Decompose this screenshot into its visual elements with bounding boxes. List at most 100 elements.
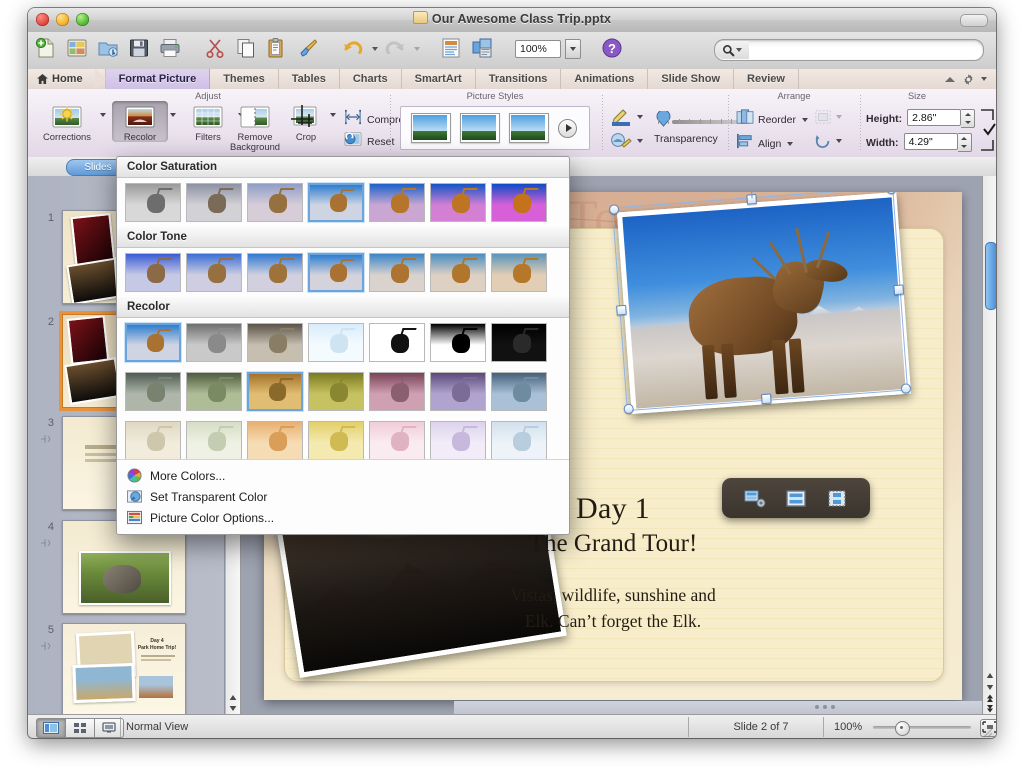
recolor-swatch-0[interactable] <box>125 323 181 362</box>
width-input[interactable]: 4.29" <box>904 133 958 150</box>
recolor-swatch-6[interactable] <box>491 323 547 362</box>
undo-icon[interactable] <box>341 36 367 62</box>
rotate-dropdown-icon[interactable] <box>836 139 842 143</box>
tab-animations[interactable]: Animations <box>561 69 648 89</box>
menu-item-picture-color-options[interactable]: Picture Color Options... <box>117 507 569 528</box>
recolor-swatch-11[interactable] <box>369 372 425 411</box>
rotate-button[interactable] <box>814 133 832 154</box>
color-tone-swatch-6[interactable] <box>491 253 547 292</box>
recolor-swatch-1[interactable] <box>186 323 242 362</box>
tab-charts[interactable]: Charts <box>340 69 402 89</box>
cut-icon[interactable] <box>203 36 229 62</box>
recolor-swatch-15[interactable] <box>186 421 242 460</box>
search-box[interactable] <box>714 39 984 61</box>
search-icon[interactable] <box>715 41 749 59</box>
picture-effects-button[interactable] <box>610 131 632 156</box>
recolor-swatch-18[interactable] <box>369 421 425 460</box>
height-input[interactable]: 2.86" <box>907 109 961 126</box>
color-saturation-swatch-4[interactable] <box>369 183 425 222</box>
gear-icon[interactable] <box>962 73 974 85</box>
height-stepper[interactable] <box>961 109 975 128</box>
scroll-up-icon[interactable] <box>984 668 996 679</box>
zoom-slider[interactable] <box>873 726 971 729</box>
color-saturation-swatch-3[interactable] <box>308 183 364 222</box>
tab-themes[interactable]: Themes <box>210 69 279 89</box>
new-slide-icon[interactable] <box>439 36 465 62</box>
print-document-icon[interactable] <box>158 36 184 62</box>
picture-style-3[interactable] <box>509 113 549 143</box>
recolor-swatch-4[interactable] <box>369 323 425 362</box>
animation-indicator-3[interactable] <box>39 432 51 444</box>
recolor-dropdown-icon[interactable] <box>170 113 176 117</box>
align-button[interactable]: Align <box>736 133 793 154</box>
group-dropdown-icon[interactable] <box>836 115 842 119</box>
recolor-swatch-3[interactable] <box>308 323 364 362</box>
zoom-dropdown-icon[interactable] <box>565 39 581 59</box>
color-tone-swatch-3[interactable] <box>308 253 364 292</box>
recolor-swatch-19[interactable] <box>430 421 486 460</box>
slide-scroll-thumb[interactable] <box>985 242 996 310</box>
menu-item-more-colors[interactable]: More Colors... <box>117 465 569 486</box>
collapse-ribbon-icon[interactable] <box>945 77 955 82</box>
color-tone-swatch-5[interactable] <box>430 253 486 292</box>
redo-dropdown-icon[interactable] <box>414 47 420 51</box>
color-tone-swatch-1[interactable] <box>186 253 242 292</box>
recolor-swatch-12[interactable] <box>430 372 486 411</box>
reorder-dropdown-icon[interactable] <box>802 118 808 122</box>
color-tone-swatch-2[interactable] <box>247 253 303 292</box>
corrections-dropdown-icon[interactable] <box>100 113 106 117</box>
scroll-down-icon[interactable] <box>227 701 239 712</box>
width-input-group[interactable]: 4.29" <box>904 133 972 152</box>
slide-panel-scroll-arrows[interactable] <box>227 690 239 712</box>
group-button[interactable] <box>814 109 832 130</box>
resize-handle-bc[interactable] <box>761 393 772 404</box>
new-document-icon[interactable] <box>34 36 60 62</box>
recolor-swatch-13[interactable] <box>491 372 547 411</box>
undo-dropdown-icon[interactable] <box>372 47 378 51</box>
tab-smartart[interactable]: SmartArt <box>402 69 476 89</box>
crop-dropdown-icon[interactable] <box>330 113 336 117</box>
reset-button[interactable]: Reset <box>344 131 394 152</box>
height-input-group[interactable]: 2.86" <box>907 109 975 128</box>
format-painter-icon[interactable] <box>296 36 322 62</box>
normal-view-button[interactable] <box>36 718 66 738</box>
color-tone-swatch-4[interactable] <box>369 253 425 292</box>
picture-border-button[interactable] <box>610 107 632 132</box>
color-saturation-swatch-6[interactable] <box>491 183 547 222</box>
recolor-swatch-17[interactable] <box>308 421 364 460</box>
zoom-level-field[interactable]: 100% <box>515 40 561 58</box>
next-slide-icon[interactable] <box>984 701 996 712</box>
recolor-swatch-14[interactable] <box>125 421 181 460</box>
reorder-button[interactable]: Reorder <box>736 109 808 130</box>
recolor-swatch-2[interactable] <box>247 323 303 362</box>
resize-handle-tl[interactable] <box>609 204 620 215</box>
tab-review[interactable]: Review <box>734 69 799 89</box>
zoom-slider-knob[interactable] <box>895 721 910 736</box>
recolor-swatch-9[interactable] <box>247 372 303 411</box>
recolor-dropdown-menu[interactable]: Color Saturation Color Tone Recolor <box>116 156 570 535</box>
slide-sorter-view-button[interactable] <box>66 718 95 738</box>
slide-body-text[interactable]: Vistas, wildlife, sunshine and Elk. Can’… <box>264 582 962 634</box>
color-saturation-swatch-5[interactable] <box>430 183 486 222</box>
picture-border-dropdown-icon[interactable] <box>637 115 643 119</box>
picture-styles-more-button[interactable] <box>558 119 577 138</box>
color-saturation-swatch-0[interactable] <box>125 183 181 222</box>
color-saturation-swatch-2[interactable] <box>247 183 303 222</box>
align-dropdown-icon[interactable] <box>787 142 793 146</box>
resize-handle-ml[interactable] <box>616 305 627 316</box>
search-input[interactable] <box>749 43 983 57</box>
corrections-button[interactable]: Corrections <box>36 103 98 142</box>
recolor-swatch-10[interactable] <box>308 372 364 411</box>
help-icon[interactable]: ? <box>600 36 626 62</box>
toolbar-toggle-button[interactable] <box>960 14 988 27</box>
splitter-grip[interactable] <box>815 705 835 709</box>
scroll-up-icon[interactable] <box>227 690 239 701</box>
tab-tables[interactable]: Tables <box>279 69 340 89</box>
menu-item-set-transparent-color[interactable]: Set Transparent Color <box>117 486 569 507</box>
tab-transitions[interactable]: Transitions <box>476 69 562 89</box>
gear-dropdown-icon[interactable] <box>981 77 987 81</box>
picture-style-1[interactable] <box>411 113 451 143</box>
new-from-template-icon[interactable] <box>65 36 91 62</box>
recolor-button[interactable]: Recolor <box>112 101 168 142</box>
color-saturation-swatch-1[interactable] <box>186 183 242 222</box>
